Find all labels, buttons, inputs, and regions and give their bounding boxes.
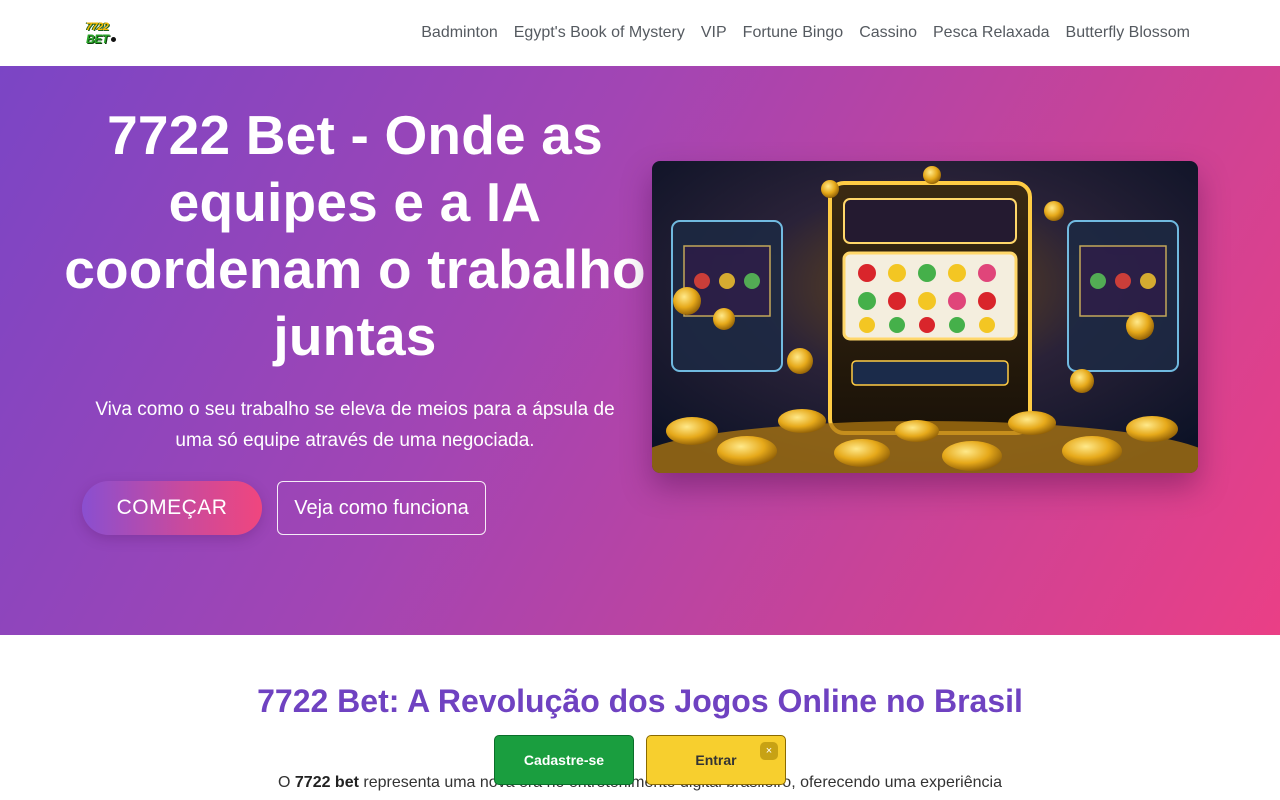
logo-bet-text: BET [86,31,109,46]
logo-text-bet: BET [86,33,117,45]
right-side-machine [1067,220,1179,372]
paragraph-brand-bold: 7722 bet [294,774,359,791]
nav-item: Butterfly Blossom [1066,24,1190,42]
register-button[interactable]: Cadastre-se [494,735,634,785]
section-intro-paragraph: O 7722 bet representa uma nova era no en… [0,774,1280,792]
main-nav: Badminton Egypt's Book of Mystery VIP Fo… [421,24,1190,42]
close-icon[interactable]: × [760,742,778,760]
nav-item: VIP [701,24,727,42]
hero-subtitle: Viva como o seu trabalho se eleva de mei… [95,399,615,451]
site-logo[interactable]: 7722 BET [86,21,120,45]
nav-link-badminton[interactable]: Badminton [421,24,498,41]
nav-link-fortune-bingo[interactable]: Fortune Bingo [743,24,844,41]
nav-item: Fortune Bingo [743,24,844,42]
slot-machine-svg [652,161,1198,473]
hero-section: 7722 Bet - Onde as equipes e a IA coorde… [0,66,1280,635]
nav-item: Pesca Relaxada [933,24,1050,42]
slot-machine-illustration [652,161,1198,473]
nav-link-vip[interactable]: VIP [701,24,727,41]
hero-title: 7722 Bet - Onde as equipes e a IA coorde… [64,104,646,367]
paragraph-prefix: O [278,774,295,791]
main-slot-cabinet [828,181,1032,435]
nav-link-cassino[interactable]: Cassino [859,24,917,41]
start-button[interactable]: COMEÇAR [82,481,262,535]
nav-link-egypts-book-of-mystery[interactable]: Egypt's Book of Mystery [514,24,685,41]
nav-link-pesca-relaxada[interactable]: Pesca Relaxada [933,24,1050,41]
top-navbar: 7722 BET Badminton Egypt's Book of Myste… [0,0,1280,66]
nav-link-butterfly-blossom[interactable]: Butterfly Blossom [1066,24,1190,41]
soccer-ball-icon [109,35,117,43]
section-heading: 7722 Bet: A Revolução dos Jogos Online n… [257,683,1023,719]
nav-item: Egypt's Book of Mystery [514,24,685,42]
nav-item: Cassino [859,24,917,42]
how-it-works-button[interactable]: Veja como funciona [277,481,486,535]
hero-text-block: 7722 Bet - Onde as equipes e a IA coorde… [60,102,650,456]
nav-item: Badminton [421,24,498,42]
